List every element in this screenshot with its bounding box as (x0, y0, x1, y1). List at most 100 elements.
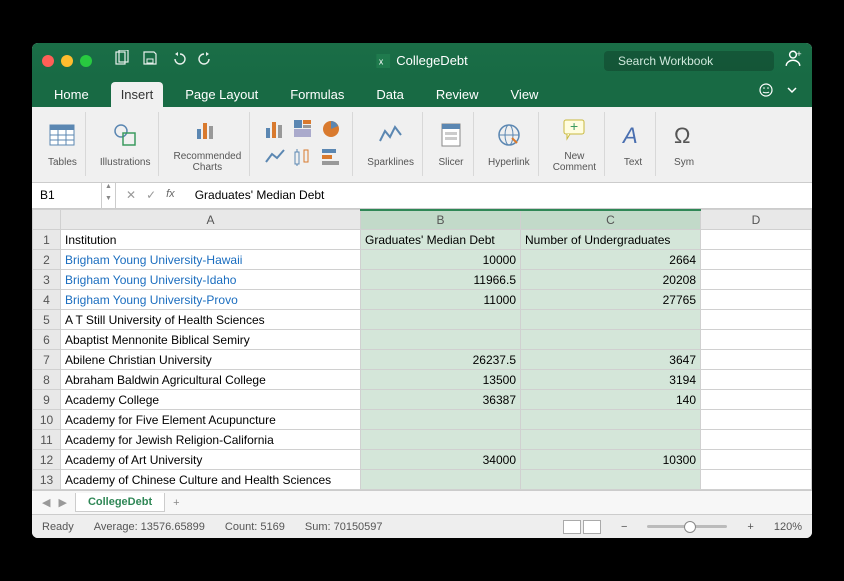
cell[interactable]: Abilene Christian University (61, 350, 361, 370)
tab-view[interactable]: View (501, 82, 549, 107)
cell[interactable]: 10000 (361, 250, 521, 270)
hierarchy-chart-icon[interactable] (292, 118, 316, 142)
cell[interactable]: 3194 (521, 370, 701, 390)
cell[interactable] (701, 230, 812, 250)
tables-group[interactable]: Tables (40, 112, 86, 176)
fx-icon[interactable]: fx (166, 188, 181, 202)
row-header[interactable]: 12 (33, 450, 61, 470)
undo-icon[interactable] (170, 50, 186, 71)
collapse-ribbon-icon[interactable] (784, 82, 800, 103)
cell[interactable]: Brigham Young University-Hawaii (61, 250, 361, 270)
cell[interactable]: 3647 (521, 350, 701, 370)
illustrations-group[interactable]: Illustrations (92, 112, 160, 176)
cell[interactable] (361, 310, 521, 330)
new-file-icon[interactable] (114, 50, 130, 71)
cell[interactable] (701, 290, 812, 310)
maximize-button[interactable] (80, 55, 92, 67)
cell[interactable] (701, 310, 812, 330)
cancel-formula-icon[interactable]: ✕ (126, 188, 136, 202)
cell[interactable]: A T Still University of Health Sciences (61, 310, 361, 330)
search-box[interactable] (604, 51, 774, 71)
cell[interactable]: 13500 (361, 370, 521, 390)
tab-formulas[interactable]: Formulas (280, 82, 354, 107)
cell[interactable] (521, 430, 701, 450)
tab-insert[interactable]: Insert (111, 82, 164, 107)
cell[interactable] (361, 330, 521, 350)
new-comment-group[interactable]: + New Comment (545, 112, 605, 176)
select-all-corner[interactable] (33, 210, 61, 230)
hyperlink-group[interactable]: Hyperlink (480, 112, 539, 176)
cell[interactable]: 20208 (521, 270, 701, 290)
cell[interactable] (701, 270, 812, 290)
accept-formula-icon[interactable]: ✓ (146, 188, 156, 202)
row-header[interactable]: 4 (33, 290, 61, 310)
statistic-chart-icon[interactable] (292, 146, 316, 170)
cell[interactable]: Academy of Chinese Culture and Health Sc… (61, 470, 361, 490)
recommended-charts-group[interactable]: Recommended Charts (165, 112, 250, 176)
symbol-group[interactable]: Ω Sym (662, 112, 706, 176)
row-header[interactable]: 7 (33, 350, 61, 370)
cell[interactable] (361, 470, 521, 490)
row-header[interactable]: 5 (33, 310, 61, 330)
bar-chart-icon[interactable] (320, 146, 344, 170)
cell[interactable]: 26237.5 (361, 350, 521, 370)
text-group[interactable]: A Text (611, 112, 656, 176)
cell[interactable]: Abraham Baldwin Agricultural College (61, 370, 361, 390)
search-input[interactable] (618, 54, 773, 68)
zoom-out-icon[interactable]: − (621, 521, 627, 533)
add-sheet-button[interactable]: + (165, 494, 187, 512)
zoom-slider[interactable] (647, 525, 727, 528)
cell[interactable] (701, 450, 812, 470)
cell[interactable] (701, 390, 812, 410)
cell[interactable]: Institution (61, 230, 361, 250)
save-icon[interactable] (142, 50, 158, 71)
row-header[interactable]: 9 (33, 390, 61, 410)
user-icon[interactable]: + (784, 49, 802, 72)
cell[interactable]: 140 (521, 390, 701, 410)
cell[interactable] (361, 410, 521, 430)
smiley-feedback-icon[interactable] (758, 82, 774, 103)
column-chart-icon[interactable] (264, 118, 288, 142)
cell[interactable] (701, 430, 812, 450)
column-header-D[interactable]: D (701, 210, 812, 230)
column-header-C[interactable]: C (521, 210, 701, 230)
row-header[interactable]: 6 (33, 330, 61, 350)
cell[interactable]: 2664 (521, 250, 701, 270)
cell[interactable] (521, 330, 701, 350)
cell[interactable] (701, 470, 812, 490)
tab-data[interactable]: Data (366, 82, 413, 107)
minimize-button[interactable] (61, 55, 73, 67)
cell[interactable] (701, 350, 812, 370)
zoom-level[interactable]: 120% (774, 521, 802, 533)
cell[interactable]: 10300 (521, 450, 701, 470)
cell[interactable]: Academy of Art University (61, 450, 361, 470)
cell[interactable]: Academy for Jewish Religion-California (61, 430, 361, 450)
slicer-group[interactable]: Slicer (429, 112, 474, 176)
cell[interactable] (701, 370, 812, 390)
sheet-tab[interactable]: CollegeDebt (75, 493, 165, 512)
sheet-prev-icon[interactable]: ◀ (38, 496, 54, 509)
cell[interactable]: Graduates' Median Debt (361, 230, 521, 250)
column-header-A[interactable]: A (61, 210, 361, 230)
cell[interactable] (521, 410, 701, 430)
name-box[interactable]: B1 (32, 183, 102, 208)
pie-chart-icon[interactable] (320, 118, 344, 142)
row-header[interactable]: 11 (33, 430, 61, 450)
row-header[interactable]: 2 (33, 250, 61, 270)
cell[interactable]: 11000 (361, 290, 521, 310)
row-header[interactable]: 3 (33, 270, 61, 290)
cell[interactable] (701, 330, 812, 350)
cell[interactable] (701, 250, 812, 270)
column-header-B[interactable]: B (361, 210, 521, 230)
tab-review[interactable]: Review (426, 82, 489, 107)
formula-content[interactable]: Graduates' Median Debt (191, 188, 812, 202)
worksheet[interactable]: ABCD 1InstitutionGraduates' Median DebtN… (32, 209, 812, 491)
tab-home[interactable]: Home (44, 82, 99, 107)
line-chart-icon[interactable] (264, 146, 288, 170)
tab-page-layout[interactable]: Page Layout (175, 82, 268, 107)
sparklines-group[interactable]: Sparklines (359, 112, 423, 176)
cell[interactable] (521, 470, 701, 490)
cell[interactable] (701, 410, 812, 430)
name-box-stepper[interactable]: ▲▼ (102, 183, 116, 208)
cell[interactable] (361, 430, 521, 450)
